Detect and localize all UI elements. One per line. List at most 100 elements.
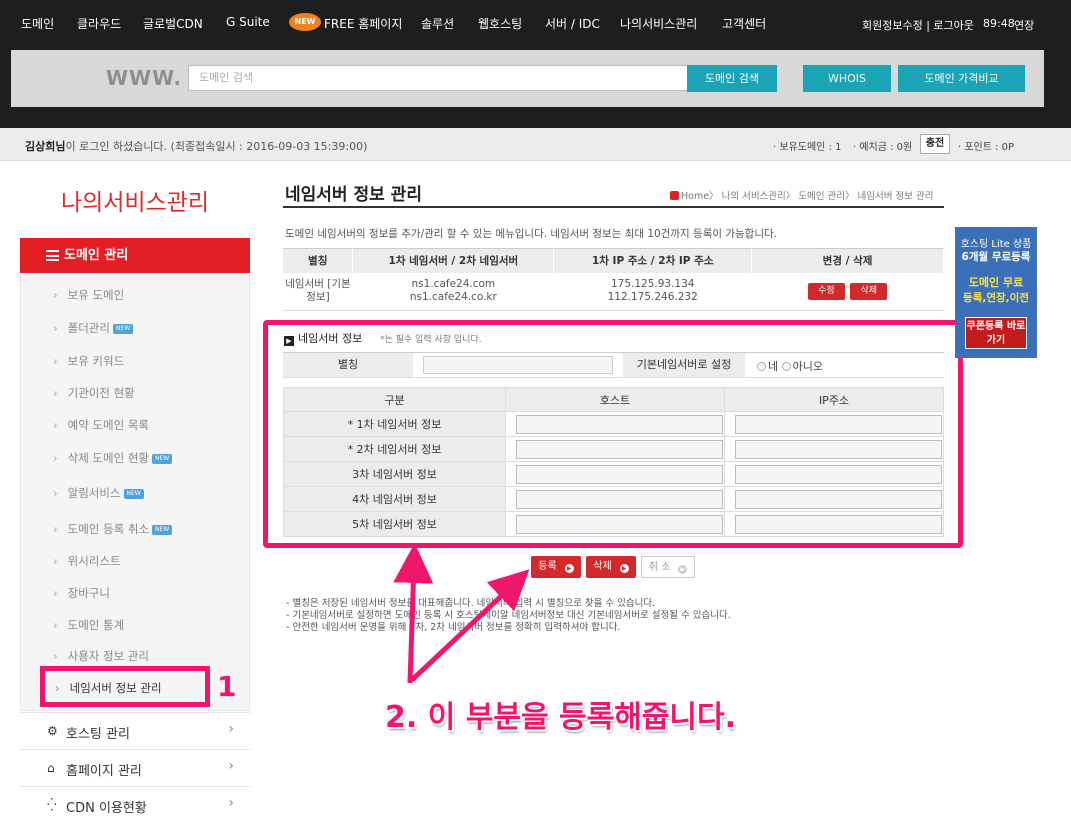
chevron-right-icon: › — [53, 386, 58, 400]
new-badge: NEW — [123, 488, 144, 499]
sidebar-item[interactable]: › 폴더관리 NEW — [53, 320, 134, 336]
nav-global-cdn[interactable]: 글로벌CDN — [143, 15, 203, 32]
new-badge: NEW — [289, 13, 321, 31]
sidebar-item-label: › 네임서버 정보 관리 — [55, 681, 162, 695]
register-button[interactable]: 등록 ▶ — [531, 556, 581, 578]
chevron-right-icon: › — [228, 721, 234, 737]
breadcrumb[interactable]: Home〉 나의 서비스관리〉 도메인 관리〉 네임서버 정보 관리 — [670, 188, 934, 202]
sidebar-item[interactable]: › 보유 도메인 — [53, 287, 124, 303]
edit-button[interactable]: 수정 — [807, 282, 845, 300]
nav-customer-center[interactable]: 고객센터 — [722, 15, 766, 32]
sidebar-item[interactable]: › 도메인 등록 취소 NEW — [53, 521, 173, 537]
top-navigation: 도메인 클라우드 글로벌CDN G Suite NEW FREE 홈페이지 솔루… — [0, 0, 1071, 128]
promo-line: 6개월 무료등록 — [961, 251, 1031, 263]
sidebar-item[interactable]: › 알림서비스 NEW — [53, 485, 144, 501]
sidebar-item[interactable]: › 도메인 통계 — [53, 617, 124, 633]
column-header: 변경 / 삭제 — [751, 248, 944, 273]
chevron-right-icon: › — [53, 554, 58, 568]
chevron-right-icon: › — [53, 522, 58, 536]
title-divider — [283, 206, 944, 208]
chevron-right-icon: › — [53, 649, 58, 663]
nav-server-idc[interactable]: 서버 / IDC — [545, 15, 600, 32]
charge-button[interactable]: 충전 — [920, 134, 950, 154]
hosting-promo-banner[interactable]: 호스팅 Lite 상품 6개월 무료등록 도메인 무료 등록,연장,이전 쿠폰등… — [955, 227, 1037, 358]
sidebar-item[interactable]: › 장바구니 — [53, 585, 110, 601]
chevron-right-icon: › — [53, 288, 58, 302]
sidebar-cdn-usage[interactable]: ⁛ CDN 이용현황 › — [20, 786, 250, 822]
nameserver-cell: ns1.cafe24.com ns1.cafe24.co.kr — [352, 272, 554, 311]
sidebar-group-label: 홈페이지 관리 — [66, 764, 142, 779]
table-row: 네임서버 [기본정보] ns1.cafe24.com ns1.cafe24.co.… — [283, 272, 944, 311]
nav-cloud[interactable]: 클라우드 — [77, 15, 121, 32]
sidebar-item-label: 사용자 정보 관리 — [67, 649, 149, 663]
login-info: 이 로그인 하셨습니다. (최종접속일시 : 2016-09-03 15:39:… — [65, 140, 368, 153]
sidebar-item[interactable]: › 위시리스트 — [53, 553, 121, 569]
domain-search-input[interactable]: 도메인 검색 — [188, 65, 688, 91]
callout-arrows — [393, 548, 530, 684]
chevron-right-icon: › — [53, 618, 58, 632]
instruction-callout: 2. 이 부분을 등록해줍니다. — [385, 700, 736, 735]
ip-cell: 175.125.93.134 112.175.246.232 — [553, 272, 752, 311]
sidebar-title: 나의서비스관리 — [60, 190, 210, 216]
new-badge: NEW — [151, 453, 173, 464]
sidebar-item[interactable]: › 삭제 도메인 현황 NEW — [53, 450, 173, 466]
domain-search-button[interactable]: 도메인 검색 — [687, 65, 777, 92]
whois-button[interactable]: WHOIS — [803, 65, 891, 92]
home-icon — [670, 191, 679, 200]
nav-web-hosting[interactable]: 웹호스팅 — [478, 15, 522, 32]
arrow-right-icon: ▶ — [678, 565, 688, 574]
sidebar-item[interactable]: › 사용자 정보 관리 — [53, 648, 149, 664]
chevron-right-icon: › — [53, 486, 58, 500]
chevron-right-icon: › — [53, 321, 58, 335]
domain-search-bar: WWW. 도메인 검색 도메인 검색 WHOIS 도메인 가격비교 — [11, 50, 1044, 107]
sidebar-item-label: 보유 도메인 — [67, 288, 125, 302]
nav-gsuite[interactable]: G Suite — [226, 15, 270, 29]
form-highlight-box — [263, 320, 963, 548]
nav-domain[interactable]: 도메인 — [21, 15, 54, 32]
user-name: 김상희님 — [25, 140, 66, 153]
delete-form-button[interactable]: 삭제 ▶ — [586, 556, 636, 578]
page-title: 네임서버 정보 관리 — [285, 185, 422, 205]
sidebar-item-label: 알림서비스 — [67, 486, 121, 500]
sidebar-group-label: CDN 이용현황 — [66, 801, 147, 816]
home-icon: ⌂ — [47, 761, 55, 775]
sidebar-item-label: 보유 키워드 — [67, 354, 125, 368]
price-compare-button[interactable]: 도메인 가격비교 — [898, 65, 1025, 92]
nav-free-homepage[interactable]: FREE 홈페이지 — [324, 15, 402, 32]
gear-icon: ⚙ — [47, 724, 58, 738]
sidebar-item[interactable]: › 보유 키워드 — [53, 353, 124, 369]
points: · 포인트 : 0P — [958, 142, 1015, 153]
chevron-right-icon: › — [53, 586, 58, 600]
extend-link[interactable]: 연장 — [1014, 17, 1034, 33]
chevron-right-icon: › — [228, 795, 234, 811]
sidebar-item-label: 폴더관리 — [67, 321, 110, 335]
chevron-right-icon: › — [53, 418, 58, 432]
delete-button[interactable]: 삭제 — [850, 282, 888, 300]
coupon-register-button[interactable]: 쿠폰등록 바로가기 — [965, 317, 1027, 349]
annotation-number-1: 1 — [217, 670, 237, 703]
nav-solution[interactable]: 솔루션 — [421, 15, 454, 32]
sidebar-item-nameserver-management[interactable]: › 네임서버 정보 관리 — [40, 666, 210, 707]
sidebar-item-label: 도메인 통계 — [67, 618, 125, 632]
promo-line: 등록,연장,이전 — [963, 292, 1029, 304]
sidebar-domain-management[interactable]: 도메인 관리 — [20, 238, 250, 273]
sidebar-item-label: 위시리스트 — [67, 554, 121, 568]
account-links[interactable]: 회원정보수정 | 로그아웃 — [862, 17, 974, 33]
nav-my-service[interactable]: 나의서비스관리 — [620, 15, 697, 32]
sidebar-hosting-management[interactable]: ⚙ 호스팅 관리 › — [20, 712, 250, 748]
sidebar-item[interactable]: › 예약 도메인 목록 — [53, 417, 149, 433]
sidebar-item-label: 예약 도메인 목록 — [67, 418, 149, 432]
promo-line: 도메인 무료 — [968, 276, 1024, 289]
arrow-right-icon: ▶ — [564, 564, 574, 573]
login-status-bar: 김상희님이 로그인 하셨습니다. (최종접속일시 : 2016-09-03 15… — [0, 128, 1071, 161]
www-label: WWW. — [106, 66, 183, 90]
cancel-button[interactable]: 취 소 ▶ — [641, 556, 695, 578]
sidebar-homepage-management[interactable]: ⌂ 홈페이지 관리 › — [20, 749, 250, 785]
column-header: 1차 IP 주소 / 2차 IP 주소 — [553, 248, 753, 273]
column-header: 1차 네임서버 / 2차 네임서버 — [352, 248, 555, 273]
menu-icon — [46, 250, 59, 261]
sidebar-item[interactable]: › 기관이전 현황 — [53, 385, 135, 401]
sidebar-item-label: 도메인 등록 취소 — [67, 522, 149, 536]
arrow-up-right-icon — [410, 569, 530, 682]
new-badge: NEW — [151, 524, 173, 535]
